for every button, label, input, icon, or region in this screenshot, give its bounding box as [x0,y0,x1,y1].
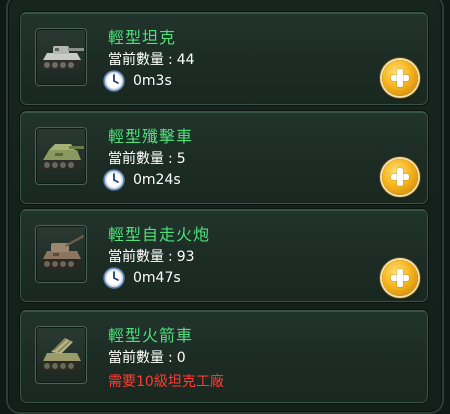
unit-name: 輕型火箭車 [108,326,194,345]
unit-count: 當前數量:93 [108,246,195,266]
time-value: 0m24s [133,172,181,188]
build-time: 0m47s [103,267,181,289]
unit-count: 當前數量:0 [108,347,186,367]
light-tank-icon [35,28,87,86]
build-time: 0m3s [103,70,172,92]
time-value: 0m3s [133,73,172,89]
count-value: 44 [176,52,195,68]
count-label: 當前數量 [108,151,164,167]
clock-icon [103,70,125,92]
self-propelled-artillery-icon [35,225,87,283]
unit-name: 輕型殲擊車 [108,127,194,146]
unit-card-light-tank[interactable]: 輕型坦克 當前數量:44 0m3s [20,12,428,105]
add-unit-button[interactable] [382,159,418,195]
unit-card-tank-destroyer[interactable]: 輕型殲擊車 當前數量:5 0m24s [20,111,428,204]
unit-name: 輕型自走火炮 [108,225,211,244]
count-value: 5 [176,151,186,167]
unit-card-rocket-launcher[interactable]: 輕型火箭車 當前數量:0 需要10級坦克工廠 [20,310,428,403]
clock-icon [103,169,125,191]
unit-card-self-propelled-artillery[interactable]: 輕型自走火炮 當前數量:93 0m47s [20,209,428,302]
unit-count: 當前數量:44 [108,49,195,69]
rocket-launcher-vehicle-icon [35,326,87,384]
count-separator: : [168,151,173,167]
add-unit-button[interactable] [382,60,418,96]
unit-name: 輕型坦克 [108,28,177,47]
tank-destroyer-icon [35,127,87,185]
count-value: 0 [176,350,186,366]
add-unit-button[interactable] [382,260,418,296]
time-value: 0m47s [133,270,181,286]
count-label: 當前數量 [108,249,164,265]
unlock-requirement: 需要10級坦克工廠 [108,374,224,390]
count-label: 當前數量 [108,350,164,366]
count-separator: : [168,249,173,265]
count-separator: : [168,350,173,366]
unit-count: 當前數量:5 [108,148,186,168]
count-label: 當前數量 [108,52,164,68]
count-separator: : [168,52,173,68]
build-time: 0m24s [103,169,181,191]
count-value: 93 [176,249,195,265]
clock-icon [103,267,125,289]
